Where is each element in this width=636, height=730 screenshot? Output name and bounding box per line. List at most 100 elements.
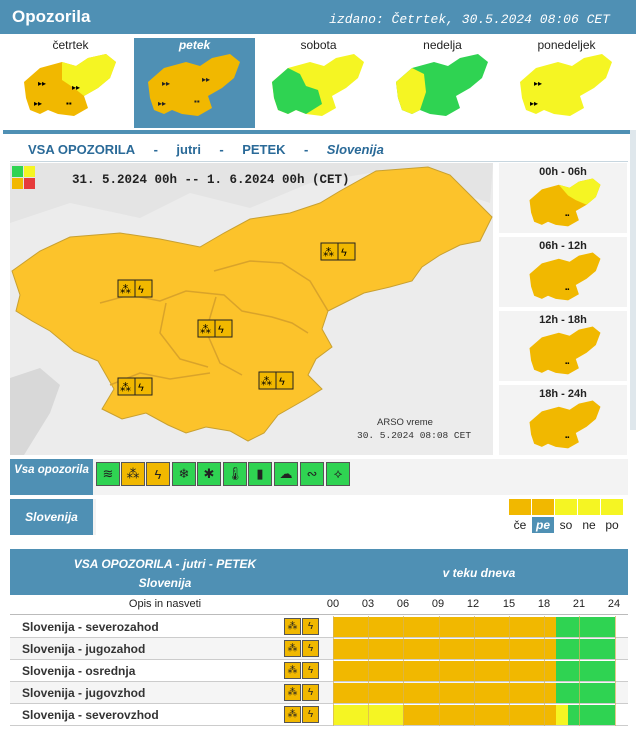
timeline-segment-yellow xyxy=(555,705,568,725)
hour-label: 15 xyxy=(502,598,516,610)
thunderstorm-rain-icon: ⁂ xyxy=(284,706,301,723)
column-description: Opis in nasveti xyxy=(128,598,202,610)
fog-icon[interactable]: ☁ xyxy=(274,462,298,486)
day-tab-saturday[interactable]: sobota xyxy=(258,38,379,128)
svg-text:ϟ: ϟ xyxy=(279,376,285,388)
hour-label: 00 xyxy=(326,598,340,610)
table-day-label: v teku dneva xyxy=(442,566,516,580)
table-row[interactable]: Slovenija - jugovzhod ⁂ ϟ xyxy=(10,682,628,704)
lightning-icon[interactable]: ϟ xyxy=(146,462,170,486)
strip-thursday[interactable] xyxy=(509,499,531,515)
thunderstorm-rain-icon: ⁂ xyxy=(284,640,301,657)
slot-map-18-24: ▪▪ xyxy=(529,400,601,449)
hour-label: 18 xyxy=(537,598,551,610)
timeline-segment-orange xyxy=(333,661,556,681)
hour-label: 24 xyxy=(607,598,621,610)
svg-text:▸▸: ▸▸ xyxy=(534,79,542,88)
table-row[interactable]: Slovenija - severozahod ⁂ ϟ xyxy=(10,616,628,638)
hour-gridline xyxy=(614,616,616,726)
region-name: Slovenija - jugozahod xyxy=(22,642,146,656)
timeline-segment-green xyxy=(555,683,615,703)
validity-period: 31. 5.2024 00h -- 1. 6.2024 00h (CET) xyxy=(72,173,350,187)
day-map-friday: ▸▸ ▸▸ ▸▸ ▪▪ xyxy=(148,54,240,116)
region-label: Slovenija xyxy=(10,499,93,535)
day-tab-monday[interactable]: ponedeljek ▸▸ ▸▸ xyxy=(506,38,627,128)
hour-label: 06 xyxy=(396,598,410,610)
hour-label: 21 xyxy=(572,598,586,610)
region-row: Slovenija če pe so ne po xyxy=(10,499,628,535)
hour-gridline xyxy=(579,616,581,726)
table-subtitle: Slovenija xyxy=(138,576,192,590)
slot-00-06[interactable]: 00h - 06h ▪▪ xyxy=(499,163,627,233)
hour-gridline xyxy=(403,616,405,726)
region-icon-northeast: ⁂ ϟ xyxy=(320,242,356,261)
region-week-strip: če pe so ne po xyxy=(96,499,628,535)
table-row[interactable]: Slovenija - osrednja ⁂ ϟ xyxy=(10,660,628,682)
timeline-segment-orange xyxy=(403,705,556,725)
timeline-segment-orange xyxy=(333,639,556,659)
strip-friday[interactable] xyxy=(532,499,554,515)
timeline-segment-green xyxy=(555,617,615,637)
day-selector: četrtek ▸▸ ▸▸ ▸▸ ▪▪ petek ▸▸ ▸▸ ▸▸ ▪▪ so… xyxy=(0,34,636,128)
timeline-segment-orange xyxy=(333,617,556,637)
thunderstorm-rain-icon: ⁂ xyxy=(284,684,301,701)
time-slot-maps: 00h - 06h ▪▪ 06h - 12h ▪▪ 12h - 18h ▪▪ 1… xyxy=(499,163,627,455)
hour-label: 03 xyxy=(361,598,375,610)
strip-monday[interactable] xyxy=(601,499,623,515)
lightning-icon: ϟ xyxy=(302,706,319,723)
hour-gridline xyxy=(509,616,510,726)
day-tab-thursday[interactable]: četrtek ▸▸ ▸▸ ▸▸ ▪▪ xyxy=(10,38,131,128)
svg-text:▸▸: ▸▸ xyxy=(202,75,210,84)
svg-text:⁂: ⁂ xyxy=(120,382,131,394)
main-warning-map[interactable]: ⁂ ϟ ⁂ ϟ ⁂ ϟ ⁂ ϟ ⁂ ϟ xyxy=(10,163,493,455)
svg-text:▸▸: ▸▸ xyxy=(34,99,42,108)
snow-icon[interactable]: ❄ xyxy=(172,462,196,486)
ice-icon[interactable]: ⟡ xyxy=(326,462,350,486)
lightning-icon: ϟ xyxy=(302,640,319,657)
lightning-icon: ϟ xyxy=(302,618,319,635)
warning-types-label: Vsa opozorila xyxy=(10,459,93,495)
slot-12-18[interactable]: 12h - 18h ▪▪ xyxy=(499,311,627,381)
warning-type-bar: Vsa opozorila ≋ ⁂ ϟ ❄ ✱ 🌡 ▮ ☁ ∾ ⟡ xyxy=(10,459,628,495)
day-tab-sunday[interactable]: nedelja xyxy=(382,38,503,128)
lightning-icon: ϟ xyxy=(302,684,319,701)
thunderstorm-rain-icon[interactable]: ⁂ xyxy=(121,462,145,486)
strip-label: če xyxy=(513,518,527,532)
strip-label: ne xyxy=(582,518,596,532)
hour-label: 12 xyxy=(466,598,480,610)
region-name: Slovenija - severozahod xyxy=(22,620,159,634)
timeline-segment-orange xyxy=(333,683,556,703)
day-map-saturday xyxy=(272,54,364,116)
coastal-icon[interactable]: ∾ xyxy=(300,462,324,486)
svg-text:▪▪: ▪▪ xyxy=(565,434,569,441)
svg-text:▪▪: ▪▪ xyxy=(194,97,200,106)
table-row[interactable]: Slovenija - jugozahod ⁂ ϟ xyxy=(10,638,628,660)
section-breadcrumb: VSA OPOZORILA - jutri - PETEK - Slovenij… xyxy=(10,136,628,162)
region-name: Slovenija - severovzhod xyxy=(22,708,159,722)
storm-icon[interactable]: ✱ xyxy=(197,462,221,486)
day-map-sunday xyxy=(396,54,488,116)
page-title: Opozorila xyxy=(12,7,91,26)
svg-text:▸▸: ▸▸ xyxy=(162,79,170,88)
table-subheader: Opis in nasveti 00 03 06 09 12 15 18 21 … xyxy=(10,595,628,615)
wind-icon[interactable]: ≋ xyxy=(96,462,120,486)
day-tab-friday[interactable]: petek ▸▸ ▸▸ ▸▸ ▪▪ xyxy=(134,38,255,128)
slot-06-12[interactable]: 06h - 12h ▪▪ xyxy=(499,237,627,307)
hour-gridline xyxy=(544,616,546,726)
svg-text:▪▪: ▪▪ xyxy=(66,99,72,108)
low-temperature-icon[interactable]: ▮ xyxy=(248,462,272,486)
strip-sunday[interactable] xyxy=(578,499,600,515)
svg-text:ϟ: ϟ xyxy=(138,382,144,394)
hour-gridline xyxy=(438,616,440,726)
hour-gridline xyxy=(473,616,475,726)
table-row[interactable]: Slovenija - severovzhod ⁂ ϟ xyxy=(10,704,628,726)
svg-text:▸▸: ▸▸ xyxy=(158,99,166,108)
svg-text:⁂: ⁂ xyxy=(323,247,334,259)
svg-text:▪▪: ▪▪ xyxy=(565,212,569,219)
strip-saturday[interactable] xyxy=(555,499,577,515)
slot-18-24[interactable]: 18h - 24h ▪▪ xyxy=(499,385,627,455)
level-legend-icon xyxy=(12,166,35,189)
thunderstorm-rain-icon: ⁂ xyxy=(284,618,301,635)
region-icon-southeast: ⁂ ϟ xyxy=(258,371,294,390)
high-temperature-icon[interactable]: 🌡 xyxy=(223,462,247,486)
